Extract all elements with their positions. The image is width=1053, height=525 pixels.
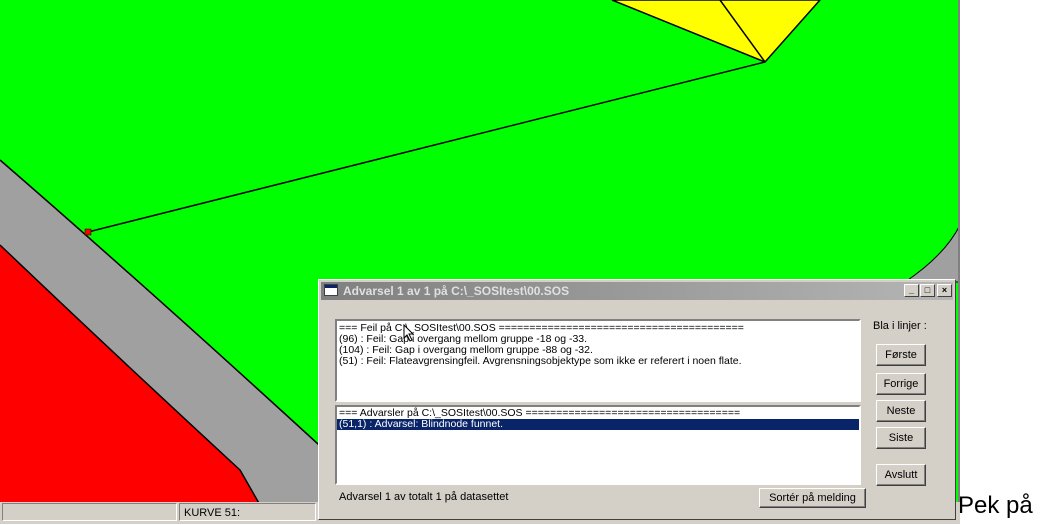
side-text: Pek på — [958, 492, 1033, 519]
exit-button[interactable]: Avslutt — [876, 464, 926, 486]
next-button[interactable]: Neste — [876, 400, 926, 422]
status-field-kurve: KURVE 51: — [179, 503, 316, 521]
close-button[interactable]: × — [937, 284, 952, 297]
blind-node-marker[interactable] — [84, 228, 92, 236]
last-button[interactable]: Siste — [876, 427, 926, 449]
maximize-button[interactable]: □ — [920, 284, 935, 297]
browse-lines-label: Bla i linjer : — [873, 320, 927, 332]
sort-by-message-button[interactable]: Sortér på melding — [759, 488, 866, 508]
error-line[interactable]: (51) : Feil: Flateavgrensingfeil. Avgren… — [337, 356, 859, 367]
dialog-title: Advarsel 1 av 1 på C:\_SOSItest\00.SOS — [343, 284, 570, 298]
window-icon — [324, 284, 338, 296]
mouse-pointer-icon — [403, 324, 415, 342]
minimize-button[interactable]: _ — [904, 284, 919, 297]
warning-dialog: Advarsel 1 av 1 på C:\_SOSItest\00.SOS _… — [318, 279, 956, 520]
status-field-1 — [2, 503, 177, 521]
dialog-status: Advarsel 1 av totalt 1 på datasettet — [339, 491, 509, 503]
dialog-titlebar[interactable]: Advarsel 1 av 1 på C:\_SOSItest\00.SOS _… — [321, 282, 953, 300]
warning-line-selected[interactable]: (51,1) : Advarsel: Blindnode funnet. — [337, 419, 859, 430]
first-button[interactable]: Første — [876, 344, 926, 366]
previous-button[interactable]: Forrige — [876, 373, 926, 395]
warning-list[interactable]: === Advarsler på C:\_SOSItest\00.SOS ===… — [335, 405, 861, 485]
